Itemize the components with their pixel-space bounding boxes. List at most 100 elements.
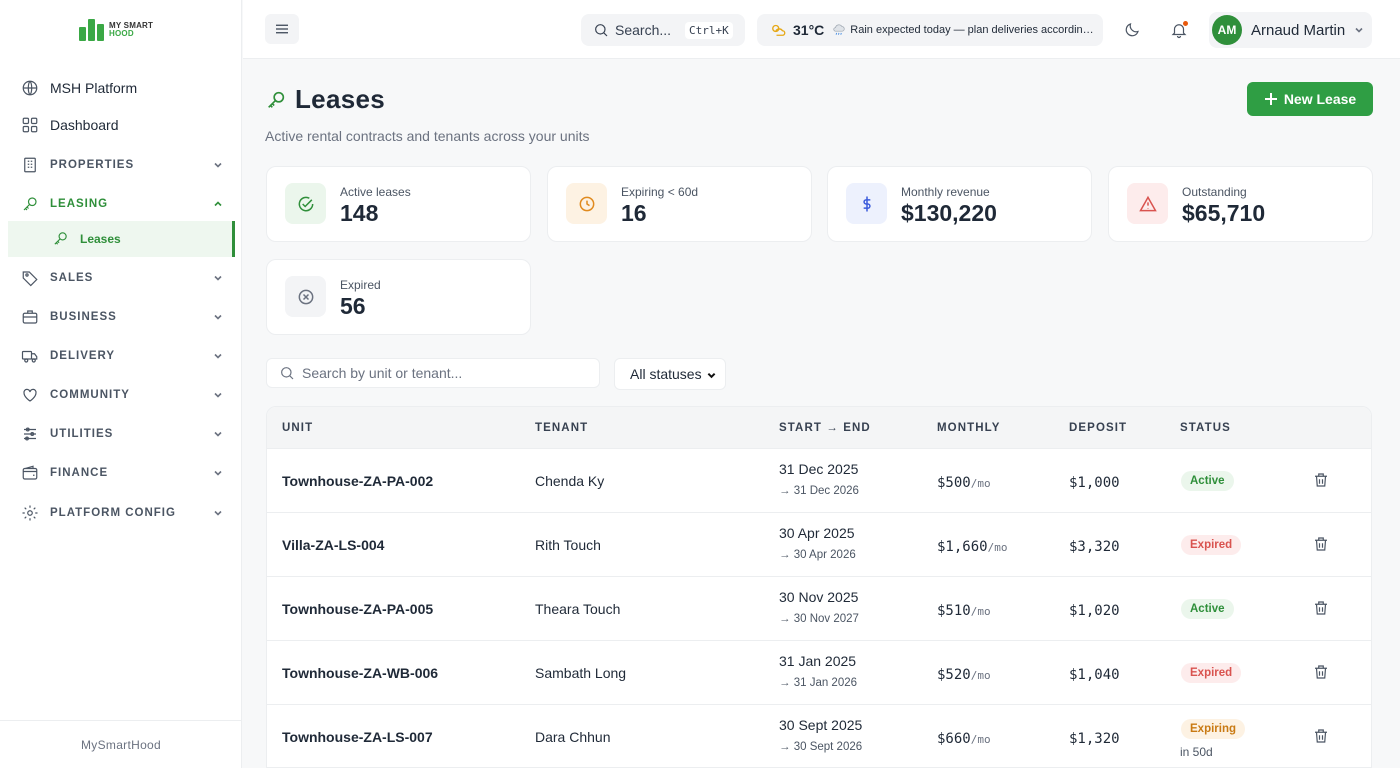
col-monthly[interactable]: MONTHLY (937, 422, 1001, 434)
col-start-label: START (779, 422, 822, 434)
col-tenant[interactable]: TENANT (535, 422, 588, 434)
arrow-right-icon: → (826, 422, 839, 434)
stat-card-monthly-revenue: Monthly revenue $130,220 (827, 166, 1092, 242)
sidebar-section-utilities[interactable]: UTILITIES (8, 417, 235, 451)
stat-label: Monthly revenue (901, 185, 990, 199)
sidebar-item-dashboard[interactable]: Dashboard (8, 108, 235, 142)
cell-start: 31 Jan 2025 (779, 653, 857, 669)
cell-monthly: $510/mo (937, 603, 991, 619)
status-badge: Expired (1181, 535, 1242, 555)
notifications-button[interactable] (1162, 14, 1196, 46)
cell-tenant: Dara Chhun (535, 729, 611, 745)
search-icon (281, 367, 294, 380)
stat-value: 56 (340, 293, 366, 319)
sidebar-section-properties[interactable]: PROPERTIES (8, 148, 235, 182)
delete-lease-button[interactable] (1312, 727, 1330, 747)
table-row[interactable]: Townhouse-ZA-WB-006 Sambath Long 31 Jan … (267, 641, 1371, 705)
col-status[interactable]: STATUS (1180, 422, 1231, 434)
search-label: Search... (615, 22, 672, 38)
arrow-right-icon: → (779, 741, 791, 753)
delete-lease-button[interactable] (1312, 471, 1330, 491)
stat-value: $130,220 (901, 200, 997, 226)
sidebar-section-platform-config[interactable]: PLATFORM CONFIG (8, 496, 235, 530)
cell-deposit: $1,020 (1069, 603, 1120, 619)
col-start-end[interactable]: START → END (779, 422, 871, 434)
user-menu-button[interactable]: AM Arnaud Martin (1209, 12, 1372, 48)
clock-icon (566, 183, 607, 224)
trash-icon (1315, 473, 1327, 487)
delete-lease-button[interactable] (1312, 535, 1330, 555)
truck-icon (21, 347, 39, 365)
cell-unit: Villa-ZA-LS-004 (282, 537, 385, 553)
cell-unit: Townhouse-ZA-WB-006 (282, 665, 439, 681)
user-name: Arnaud Martin (1251, 21, 1346, 39)
sidebar-section-business[interactable]: BUSINESS (8, 300, 235, 334)
table-row[interactable]: Townhouse-ZA-PA-005 Theara Touch 30 Nov … (267, 577, 1371, 641)
cell-deposit: $1,320 (1069, 731, 1120, 747)
chevron-down-icon (213, 160, 223, 170)
stat-card-expiring: Expiring < 60d 16 (547, 166, 812, 242)
col-end-label: END (843, 422, 871, 434)
sidebar-item-label: FINANCE (50, 467, 109, 479)
page-title: Leases (295, 84, 385, 114)
cell-start: 30 Apr 2025 (779, 525, 855, 541)
warning-icon (1127, 183, 1168, 224)
status-badge: Expiring (1181, 719, 1246, 739)
sidebar-section-delivery[interactable]: DELIVERY (8, 339, 235, 373)
chevron-up-icon (213, 199, 223, 209)
table-row[interactable]: Villa-ZA-LS-004 Rith Touch 30 Apr 2025 →… (267, 513, 1371, 577)
sidebar-item-leases[interactable]: Leases (8, 221, 235, 257)
status-badge: Expired (1181, 663, 1242, 683)
new-lease-button[interactable]: New Lease (1247, 82, 1373, 116)
chevron-down-icon (707, 372, 716, 379)
table-row[interactable]: Townhouse-ZA-PA-002 Chenda Ky 31 Dec 202… (267, 449, 1371, 513)
leases-table: UNIT TENANT START → END MONTHLY DEPOSIT … (266, 406, 1372, 768)
stat-value: 16 (621, 200, 647, 226)
hamburger-icon (276, 24, 288, 34)
delete-lease-button[interactable] (1312, 663, 1330, 683)
global-search-button[interactable]: Search... Ctrl+K (581, 14, 745, 46)
sidebar-section-finance[interactable]: FINANCE (8, 456, 235, 490)
menu-toggle-button[interactable] (265, 14, 299, 44)
table-header: UNIT TENANT START → END MONTHLY DEPOSIT … (267, 407, 1371, 449)
check-circle-icon (285, 183, 326, 224)
search-icon (595, 24, 608, 37)
arrow-right-icon: → (779, 677, 791, 689)
sidebar-item-label: BUSINESS (50, 311, 117, 323)
theme-toggle-button[interactable] (1115, 14, 1149, 46)
sidebar-section-community[interactable]: COMMUNITY (8, 378, 235, 412)
stat-value: 148 (340, 200, 379, 226)
sidebar-section-leasing[interactable]: LEASING (8, 187, 235, 221)
chevron-down-icon (213, 312, 223, 322)
dollar-icon (846, 183, 887, 224)
sidebar-item-msh-platform[interactable]: MSH Platform (8, 71, 235, 105)
cell-start: 30 Nov 2025 (779, 589, 859, 605)
cell-end: → 30 Nov 2027 (779, 613, 859, 625)
sidebar-section-sales[interactable]: SALES (8, 261, 235, 295)
new-lease-label: New Lease (1283, 91, 1357, 107)
key-icon (21, 195, 39, 213)
cell-unit: Townhouse-ZA-PA-005 (282, 601, 434, 617)
weather-message: Rain expected today — plan deliveries ac… (850, 24, 1095, 36)
status-filter-select[interactable]: All statuses (614, 358, 726, 390)
rain-cloud-icon (833, 24, 845, 35)
col-unit[interactable]: UNIT (282, 422, 313, 434)
weather-widget[interactable]: 31°C Rain expected today — plan deliveri… (757, 14, 1103, 46)
key-icon (268, 91, 285, 108)
cell-tenant: Rith Touch (535, 537, 601, 553)
topbar: Search... Ctrl+K 31°C Rain expected toda… (243, 0, 1400, 59)
cell-start: 31 Dec 2025 (779, 461, 859, 477)
sidebar-item-label: MSH Platform (50, 80, 138, 96)
stat-card-active-leases: Active leases 148 (266, 166, 531, 242)
sidebar-item-label: UTILITIES (50, 428, 114, 440)
cell-tenant: Chenda Ky (535, 473, 605, 489)
cell-tenant: Sambath Long (535, 665, 627, 681)
plus-icon (1264, 93, 1277, 105)
brand-logo[interactable]: MY SMART HOOD (79, 18, 169, 42)
table-row[interactable]: Townhouse-ZA-LS-007 Dara Chhun 30 Sept 2… (267, 705, 1371, 767)
cell-unit: Townhouse-ZA-PA-002 (282, 473, 434, 489)
col-deposit[interactable]: DEPOSIT (1069, 422, 1127, 434)
sidebar-footer: MySmartHood (0, 720, 242, 768)
delete-lease-button[interactable] (1312, 599, 1330, 619)
lease-search-input[interactable]: Search by unit or tenant... (266, 358, 600, 388)
